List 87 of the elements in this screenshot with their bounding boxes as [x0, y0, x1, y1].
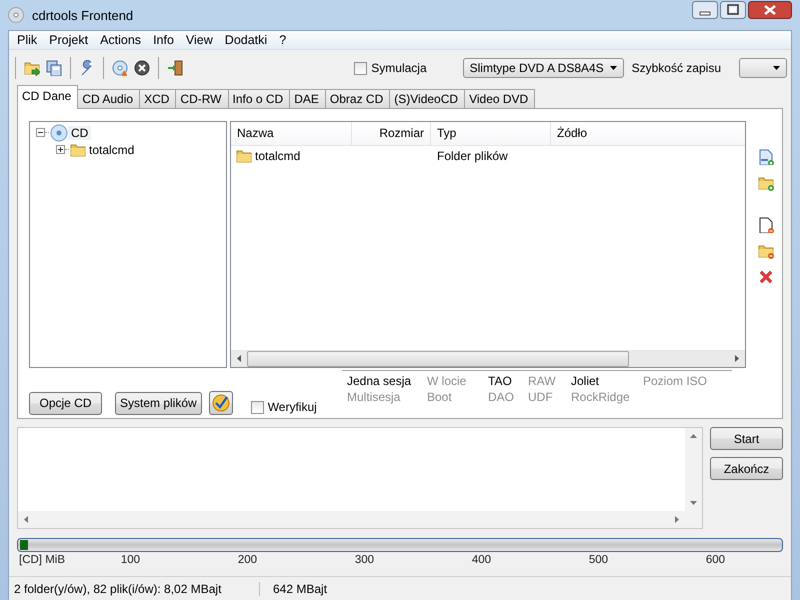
- tab[interactable]: CD Audio: [77, 89, 140, 108]
- caret-icon: [773, 66, 780, 70]
- option-label: Boot: [427, 390, 453, 406]
- speed-label: Szybkość zapisu: [632, 61, 721, 75]
- option-label: RAW: [528, 374, 557, 390]
- left-arrow-icon[interactable]: [24, 516, 28, 523]
- checkbox[interactable]: [354, 62, 368, 74]
- status-text: 2 folder(y/ów), 82 plik(i/ów): 8,02 MBajt: [9, 582, 260, 596]
- scale-label: 200: [236, 554, 258, 568]
- scale-label: 400: [470, 554, 492, 568]
- button[interactable]: Start: [710, 427, 783, 450]
- column-header[interactable]: Nazwa: [231, 122, 352, 145]
- delete-icon[interactable]: [758, 269, 774, 285]
- stop-icon[interactable]: [134, 60, 150, 76]
- left-arrow-icon[interactable]: [237, 355, 241, 362]
- scale-unit: [CD] MiB: [19, 554, 66, 568]
- option-label: Multisesja: [347, 390, 402, 406]
- button[interactable]: Opcje CD: [29, 392, 102, 415]
- tree-item[interactable]: totalcmd: [86, 142, 138, 156]
- disc-icon: [8, 7, 24, 23]
- table-cell: Folder plików: [437, 149, 508, 163]
- maximize-icon[interactable]: [720, 1, 746, 19]
- option-label: DAO: [488, 390, 516, 406]
- tab[interactable]: DAE: [289, 89, 326, 108]
- menu-item[interactable]: Projekt: [43, 33, 94, 47]
- option-label: Jedna sesja: [347, 374, 412, 390]
- folder-add-icon[interactable]: [758, 175, 774, 191]
- menu-item[interactable]: ?: [273, 33, 292, 47]
- copy-icon[interactable]: [46, 60, 62, 76]
- scale-label: 500: [588, 554, 609, 568]
- checkbox[interactable]: [250, 400, 264, 414]
- option-label: Joliet: [571, 374, 600, 390]
- scale-label: 100: [120, 554, 141, 568]
- horizontal-scrollbar[interactable]: [231, 350, 745, 368]
- table-cell: totalcmd: [255, 149, 300, 163]
- menu-item[interactable]: View: [180, 33, 219, 47]
- folder-icon: [236, 148, 252, 164]
- column-header[interactable]: Typ: [431, 122, 551, 145]
- door-exit-icon[interactable]: [167, 60, 183, 76]
- tab[interactable]: CD-RW: [175, 89, 229, 108]
- close-icon[interactable]: [748, 1, 792, 19]
- column-header[interactable]: Żódło: [551, 122, 745, 145]
- status-text: 642 MBajt: [272, 582, 328, 596]
- tab[interactable]: (S)VideoCD: [389, 89, 466, 108]
- horizontal-scrollbar[interactable]: [18, 511, 702, 528]
- down-arrow-icon[interactable]: [690, 501, 697, 505]
- tab[interactable]: CD Dane: [17, 85, 78, 109]
- tab[interactable]: Video DVD: [464, 89, 536, 108]
- button[interactable]: System plików: [115, 392, 202, 415]
- file-remove-icon[interactable]: [758, 217, 774, 233]
- tab[interactable]: XCD: [139, 89, 176, 108]
- menu-item[interactable]: Plik: [11, 33, 44, 47]
- up-arrow-icon[interactable]: [690, 434, 697, 438]
- drive-dropdown[interactable]: Slimtype DVD A DS8A4S: [462, 58, 624, 78]
- disc-icon: [50, 124, 68, 142]
- collapse-icon[interactable]: [36, 128, 45, 137]
- option-label: Poziom ISO: [643, 374, 708, 390]
- expand-icon[interactable]: [56, 145, 65, 154]
- option-label: TAO: [488, 374, 513, 390]
- tab[interactable]: Info o CD: [228, 89, 290, 108]
- menu-item[interactable]: Dodatki: [218, 33, 274, 47]
- right-arrow-icon[interactable]: [735, 355, 739, 362]
- right-arrow-icon[interactable]: [675, 516, 679, 523]
- button[interactable]: Zakończ: [710, 457, 783, 480]
- column-header[interactable]: Rozmiar: [352, 122, 431, 145]
- speed-dropdown[interactable]: [739, 58, 787, 78]
- checkbox-label: Weryfikuj: [268, 400, 317, 414]
- scrollbar-thumb[interactable]: [247, 350, 629, 367]
- option-label: RockRidge: [571, 390, 631, 406]
- folder-remove-icon[interactable]: [758, 243, 774, 259]
- checkbox-label: Symulacja: [371, 61, 427, 75]
- vertical-scrollbar[interactable]: [685, 428, 702, 511]
- tab[interactable]: Obraz CD: [324, 89, 390, 108]
- minimize-icon[interactable]: [692, 1, 718, 19]
- menu-item[interactable]: Info: [147, 33, 180, 47]
- file-add-icon[interactable]: [758, 149, 774, 165]
- window-title: cdrtools Frontend: [32, 8, 134, 22]
- folder-icon: [70, 142, 86, 158]
- caret-icon: [610, 66, 617, 70]
- disc-burn-icon[interactable]: [112, 60, 128, 76]
- tree-item[interactable]: CD: [68, 126, 92, 140]
- folder-arrow-icon[interactable]: [24, 60, 40, 76]
- option-label: UDF: [528, 390, 554, 406]
- scale-label: 300: [354, 554, 375, 568]
- menu-item[interactable]: Actions: [94, 33, 148, 47]
- option-label: W locie: [427, 374, 468, 390]
- scale-label: 600: [704, 554, 726, 568]
